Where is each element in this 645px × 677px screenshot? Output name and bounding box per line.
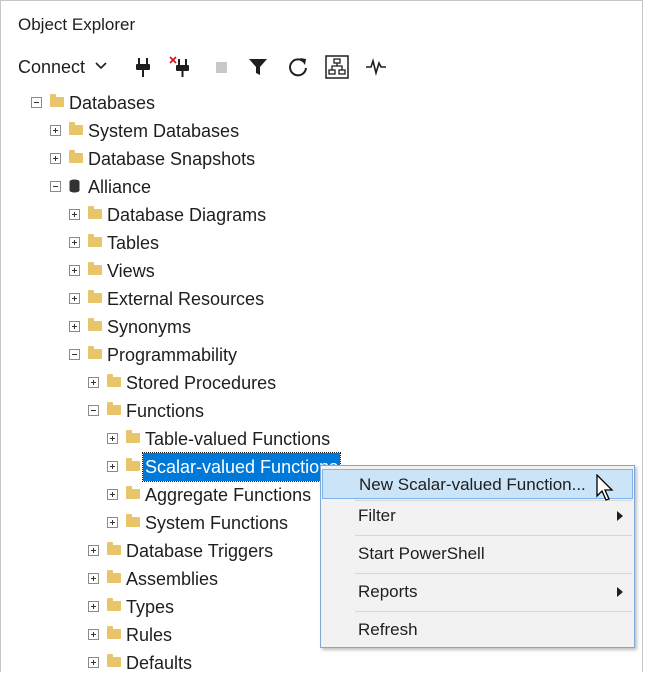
- filter-icon[interactable]: [247, 56, 269, 78]
- tree-node-label-selected: Scalar-valued Functions: [141, 452, 342, 482]
- expand-icon[interactable]: [69, 265, 80, 276]
- folder-icon: [69, 150, 83, 163]
- folder-icon: [126, 514, 140, 527]
- context-menu: New Scalar-valued Function... Filter Sta…: [320, 465, 635, 648]
- chevron-down-icon[interactable]: [94, 57, 108, 75]
- tree-node-label: Table-valued Functions: [145, 429, 331, 449]
- collapse-icon[interactable]: [31, 97, 42, 108]
- expand-icon[interactable]: [50, 153, 61, 164]
- refresh-icon[interactable]: [287, 56, 309, 78]
- tree-node-label: Types: [126, 597, 175, 617]
- folder-icon: [107, 570, 121, 583]
- expand-icon[interactable]: [69, 321, 80, 332]
- folder-icon: [69, 122, 83, 135]
- folder-icon: [107, 402, 121, 415]
- tree-node-label: Database Snapshots: [88, 149, 256, 169]
- database-icon: [69, 179, 80, 193]
- window-title: Object Explorer: [18, 15, 136, 34]
- stop-icon: [216, 62, 227, 73]
- tree-node-label: Database Diagrams: [107, 205, 267, 225]
- menu-separator: [355, 573, 632, 574]
- expand-icon[interactable]: [88, 629, 99, 640]
- expand-icon[interactable]: [107, 517, 118, 528]
- tree-node-label: Aggregate Functions: [145, 485, 312, 505]
- menu-item-refresh[interactable]: Refresh: [322, 615, 633, 645]
- expand-icon[interactable]: [88, 545, 99, 556]
- folder-icon: [126, 458, 140, 471]
- collapse-icon[interactable]: [88, 405, 99, 416]
- tree-node-label: System Databases: [88, 121, 240, 141]
- folder-icon: [88, 234, 102, 247]
- tree-node-label: Synonyms: [107, 317, 192, 337]
- tree-node-label: External Resources: [107, 289, 265, 309]
- folder-icon: [107, 654, 121, 667]
- submenu-arrow-icon: [617, 511, 623, 521]
- menu-item-label: Start PowerShell: [358, 544, 485, 563]
- tree-node-label: System Functions: [145, 513, 289, 533]
- tree-node-label: Stored Procedures: [126, 373, 277, 393]
- toolbar: Connect: [1, 49, 642, 85]
- expand-icon[interactable]: [69, 209, 80, 220]
- tree-node-label: Programmability: [107, 345, 238, 365]
- connect-button[interactable]: Connect: [18, 57, 85, 78]
- folder-icon: [126, 430, 140, 443]
- menu-item-new-scalar-valued-function[interactable]: New Scalar-valued Function...: [322, 469, 633, 499]
- expand-icon[interactable]: [107, 489, 118, 500]
- folder-icon: [50, 94, 64, 107]
- mouse-cursor-icon: [596, 474, 614, 501]
- tree-node-label: Functions: [126, 401, 205, 421]
- tree-node-label: Views: [107, 261, 155, 281]
- expand-icon[interactable]: [107, 461, 118, 472]
- menu-item-label: Filter: [358, 506, 396, 525]
- tree-node-label: Rules: [126, 625, 173, 645]
- tree-node-label: Alliance: [88, 177, 152, 197]
- menu-item-label: New Scalar-valued Function...: [359, 475, 586, 494]
- expand-icon[interactable]: [88, 601, 99, 612]
- menu-separator: [355, 611, 632, 612]
- submenu-arrow-icon: [617, 587, 623, 597]
- expand-icon[interactable]: [88, 573, 99, 584]
- folder-icon: [107, 374, 121, 387]
- folder-icon: [107, 626, 121, 639]
- collapse-icon[interactable]: [50, 181, 61, 192]
- menu-item-filter[interactable]: Filter: [322, 501, 633, 531]
- folder-icon: [88, 290, 102, 303]
- disconnect-icon[interactable]: [169, 56, 191, 78]
- connect-plug-icon[interactable]: [132, 56, 154, 78]
- expand-icon[interactable]: [88, 377, 99, 388]
- folder-icon: [88, 262, 102, 275]
- folder-icon: [126, 486, 140, 499]
- menu-item-label: Refresh: [358, 620, 418, 639]
- expand-icon[interactable]: [107, 433, 118, 444]
- menu-separator: [355, 535, 632, 536]
- tree-node-label: Assemblies: [126, 569, 219, 589]
- folder-icon: [107, 598, 121, 611]
- expand-icon[interactable]: [88, 657, 99, 668]
- tree-node-label: Tables: [107, 233, 160, 253]
- menu-item-start-powershell[interactable]: Start PowerShell: [322, 539, 633, 569]
- folder-icon: [88, 206, 102, 219]
- activity-monitor-icon[interactable]: [365, 56, 387, 78]
- schema-icon[interactable]: [325, 55, 349, 79]
- menu-item-reports[interactable]: Reports: [322, 577, 633, 607]
- tree-node-label: Defaults: [126, 653, 193, 673]
- folder-icon: [88, 318, 102, 331]
- expand-icon[interactable]: [69, 293, 80, 304]
- tree-node-label: Database Triggers: [126, 541, 274, 561]
- expand-icon[interactable]: [50, 125, 61, 136]
- folder-icon: [107, 542, 121, 555]
- folder-icon: [88, 346, 102, 359]
- expand-icon[interactable]: [69, 237, 80, 248]
- menu-item-label: Reports: [358, 582, 418, 601]
- tree-node-label: Databases: [69, 93, 156, 113]
- collapse-icon[interactable]: [69, 349, 80, 360]
